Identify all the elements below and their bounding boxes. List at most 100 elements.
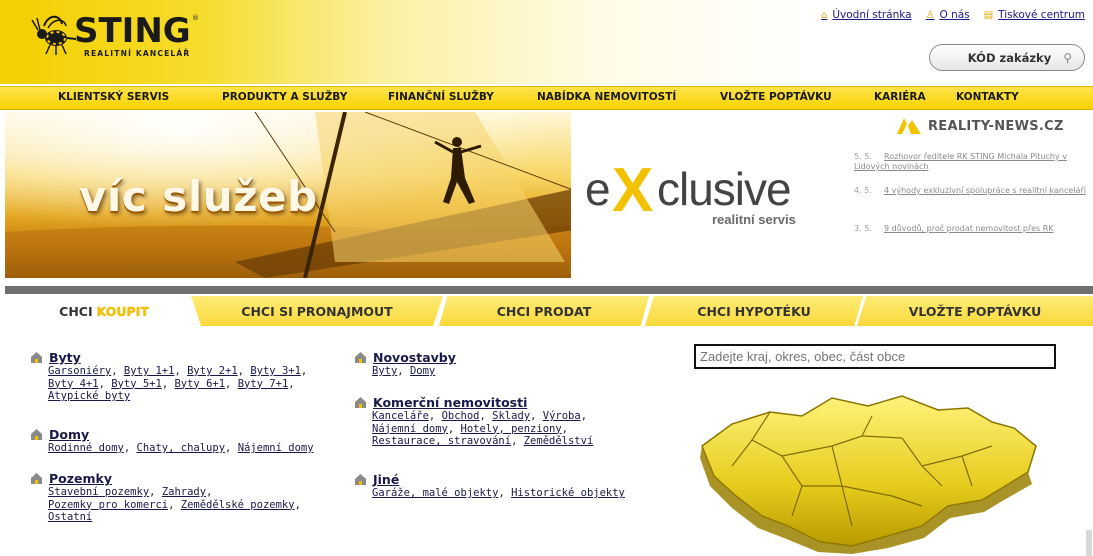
news-item: 5. 5. Rozhovor ředitele RK STING Michala … xyxy=(854,152,1093,172)
top-link-label[interactable]: O nás xyxy=(940,9,970,21)
category-links: Byty, Domy xyxy=(372,365,436,377)
tab-buy[interactable]: CHCI KOUPIT xyxy=(19,296,189,326)
search-tabs: CHCI KOUPIT CHCI SI PRONAJMOUT CHCI PRODAT … xyxy=(5,286,1093,326)
category-new-builds: Novostavby Byty, Domy xyxy=(354,350,456,378)
scrollbar-hint[interactable] xyxy=(1086,530,1092,556)
category-link[interactable]: Byty 5+1 xyxy=(111,378,162,390)
nav-item-client-service[interactable]: KLIENTSKÝ SERVIS xyxy=(58,91,169,103)
category-title-link[interactable]: Komerční nemovitosti xyxy=(354,395,593,410)
nav-item-financial[interactable]: FINANČNÍ SLUŽBY xyxy=(388,91,494,103)
top-link-label[interactable]: Tiskové centrum xyxy=(998,9,1085,21)
category-title-link[interactable]: Novostavby xyxy=(354,350,456,365)
category-link[interactable]: Obchod xyxy=(442,410,480,422)
category-title: Byty xyxy=(49,350,81,365)
category-link[interactable]: Nájemní domy xyxy=(372,423,448,435)
category-link[interactable]: Byty 2+1 xyxy=(187,365,238,377)
category-link[interactable]: Byty 3+1 xyxy=(250,365,301,377)
category-link[interactable]: Atypické byty xyxy=(48,390,130,402)
top-link-press[interactable]: ▤ Tiskové centrum xyxy=(984,9,1085,21)
reality-news-logo[interactable]: REALITY-NEWS.CZ xyxy=(896,116,1064,136)
logo-tagline: REALITNÍ KANCELÁŘ xyxy=(84,49,191,58)
tab-mortgage[interactable]: CHCI HYPOTÉKU xyxy=(645,296,863,326)
news-item: 4. 5. 4 výhody exkluzivní spolupráce s re… xyxy=(854,186,1093,196)
tab-highlight: PRODAT xyxy=(534,303,592,319)
document-icon: ▤ xyxy=(983,9,994,21)
category-title-link[interactable]: Domy xyxy=(30,427,314,442)
news-item: 3. 5. 9 důvodů, proč prodat nemovitost př… xyxy=(854,224,1093,234)
category-links: Garsoniéry, Byty 1+1, Byty 2+1, Byty 3+1… xyxy=(48,365,308,402)
category-links: Kanceláře, Obchod, Sklady, Výroba, Nájem… xyxy=(372,410,594,447)
news-date: 5. 5. xyxy=(854,152,872,161)
region-search-input[interactable] xyxy=(694,344,1056,369)
top-link-home[interactable]: ⌂ Úvodní stránka xyxy=(821,9,912,21)
category-link[interactable]: Byty 1+1 xyxy=(124,365,175,377)
category-link[interactable]: Zemědělské pozemky xyxy=(181,499,295,511)
order-code-search-button[interactable]: KÓD zakázky ⚲ xyxy=(929,44,1085,71)
category-links: Stavební pozemky, Zahrady, Pozemky pro k… xyxy=(48,486,301,523)
top-link-about[interactable]: ♙ O nás xyxy=(926,9,970,21)
news-link[interactable]: Rozhovor ředitele RK STING Michala Pituc… xyxy=(854,152,1067,171)
category-other: Jiné Garáže, malé objekty, Historické ob… xyxy=(354,472,625,500)
czech-regions-map[interactable] xyxy=(692,376,1044,554)
category-title-link[interactable]: Jiné xyxy=(354,472,625,487)
tab-prefix: CHCI SI xyxy=(241,303,293,319)
news-link[interactable]: 9 důvodů, proč prodat nemovitost přes RK xyxy=(884,224,1054,233)
category-links: Rodinné domy, Chaty, chalupy, Nájemní do… xyxy=(48,442,314,454)
category-plots: Pozemky Stavební pozemky, Zahrady, Pozem… xyxy=(30,471,301,524)
nav-item-demand[interactable]: VLOŽTE POPTÁVKU xyxy=(720,91,832,103)
category-link[interactable]: Hotely, penziony xyxy=(461,423,562,435)
category-link[interactable]: Byty 7+1 xyxy=(238,378,289,390)
category-link[interactable]: Zahrady xyxy=(162,486,206,498)
category-link[interactable]: Garáže, malé objekty xyxy=(372,487,498,499)
category-title: Novostavby xyxy=(373,350,456,365)
category-title-link[interactable]: Byty xyxy=(30,350,307,365)
category-link[interactable]: Rodinné domy xyxy=(48,442,124,454)
category-link[interactable]: Garsoniéry xyxy=(48,365,111,377)
category-link[interactable]: Domy xyxy=(410,365,435,377)
category-link[interactable]: Kanceláře xyxy=(372,410,429,422)
tab-prefix: CHCI xyxy=(59,303,93,319)
category-houses: Domy Rodinné domy, Chaty, chalupy, Nájem… xyxy=(30,427,314,455)
category-link[interactable]: Ostatní xyxy=(48,511,92,523)
tab-highlight: PRONAJMOUT xyxy=(296,303,393,319)
category-link[interactable]: Nájemní domy xyxy=(238,442,314,454)
category-links: Garáže, malé objekty, Historické objekty xyxy=(372,487,625,499)
tab-prefix: CHCI xyxy=(496,303,531,319)
house-bullet-icon xyxy=(31,352,42,363)
tab-sell[interactable]: CHCI PRODAT xyxy=(439,296,649,326)
map-country-shape[interactable] xyxy=(701,395,1037,547)
top-link-label[interactable]: Úvodní stránka xyxy=(832,9,911,21)
nav-item-career[interactable]: KARIÉRA xyxy=(874,91,926,103)
category-link[interactable]: Zemědělství xyxy=(524,435,594,447)
exclusive-x: X xyxy=(612,156,654,225)
category-flats: Byty Garsoniéry, Byty 1+1, Byty 2+1, Byt… xyxy=(30,350,307,403)
category-link[interactable]: Historické objekty xyxy=(511,487,625,499)
promo-banner[interactable]: víc služeb e X clusive realitní servis xyxy=(5,112,841,278)
category-link[interactable]: Byty 6+1 xyxy=(174,378,225,390)
category-title-link[interactable]: Pozemky xyxy=(30,471,301,486)
category-link[interactable]: Výroba xyxy=(543,410,581,422)
category-link[interactable]: Byty 4+1 xyxy=(48,378,99,390)
exclusive-prefix: e xyxy=(585,163,611,215)
category-link[interactable]: Pozemky pro komerci xyxy=(48,499,168,511)
nav-item-products[interactable]: PRODUKTY A SLUŽBY xyxy=(222,91,347,103)
person-icon: ♙ xyxy=(925,9,935,21)
nav-item-contacts[interactable]: KONTAKTY xyxy=(956,91,1019,103)
nav-item-offers[interactable]: NABÍDKA NEMOVITOSTÍ xyxy=(537,91,676,103)
news-date: 3. 5. xyxy=(854,224,872,233)
category-link[interactable]: Byty xyxy=(372,365,397,377)
house-bullet-icon xyxy=(31,429,42,440)
house-bullet-icon xyxy=(355,397,366,408)
category-link[interactable]: Chaty, chalupy xyxy=(137,442,226,454)
category-link[interactable]: Stavební pozemky xyxy=(48,486,149,498)
tab-prefix: VLOŽTE xyxy=(908,303,963,319)
logo-wordmark: STING xyxy=(74,11,191,51)
reality-news-title: REALITY-NEWS.CZ xyxy=(928,118,1064,134)
sting-logo[interactable]: STING ® REALITNÍ KANCELÁŘ xyxy=(30,10,199,64)
category-link[interactable]: Sklady xyxy=(492,410,530,422)
house-bullet-icon xyxy=(355,474,366,485)
news-link[interactable]: 4 výhody exkluzivní spolupráce s realitn… xyxy=(884,186,1086,195)
tab-rent[interactable]: CHCI SI PRONAJMOUT xyxy=(191,296,443,326)
tab-demand[interactable]: VLOŽTE POPTÁVKU xyxy=(857,296,1093,326)
category-link[interactable]: Restaurace, stravování xyxy=(372,435,511,447)
